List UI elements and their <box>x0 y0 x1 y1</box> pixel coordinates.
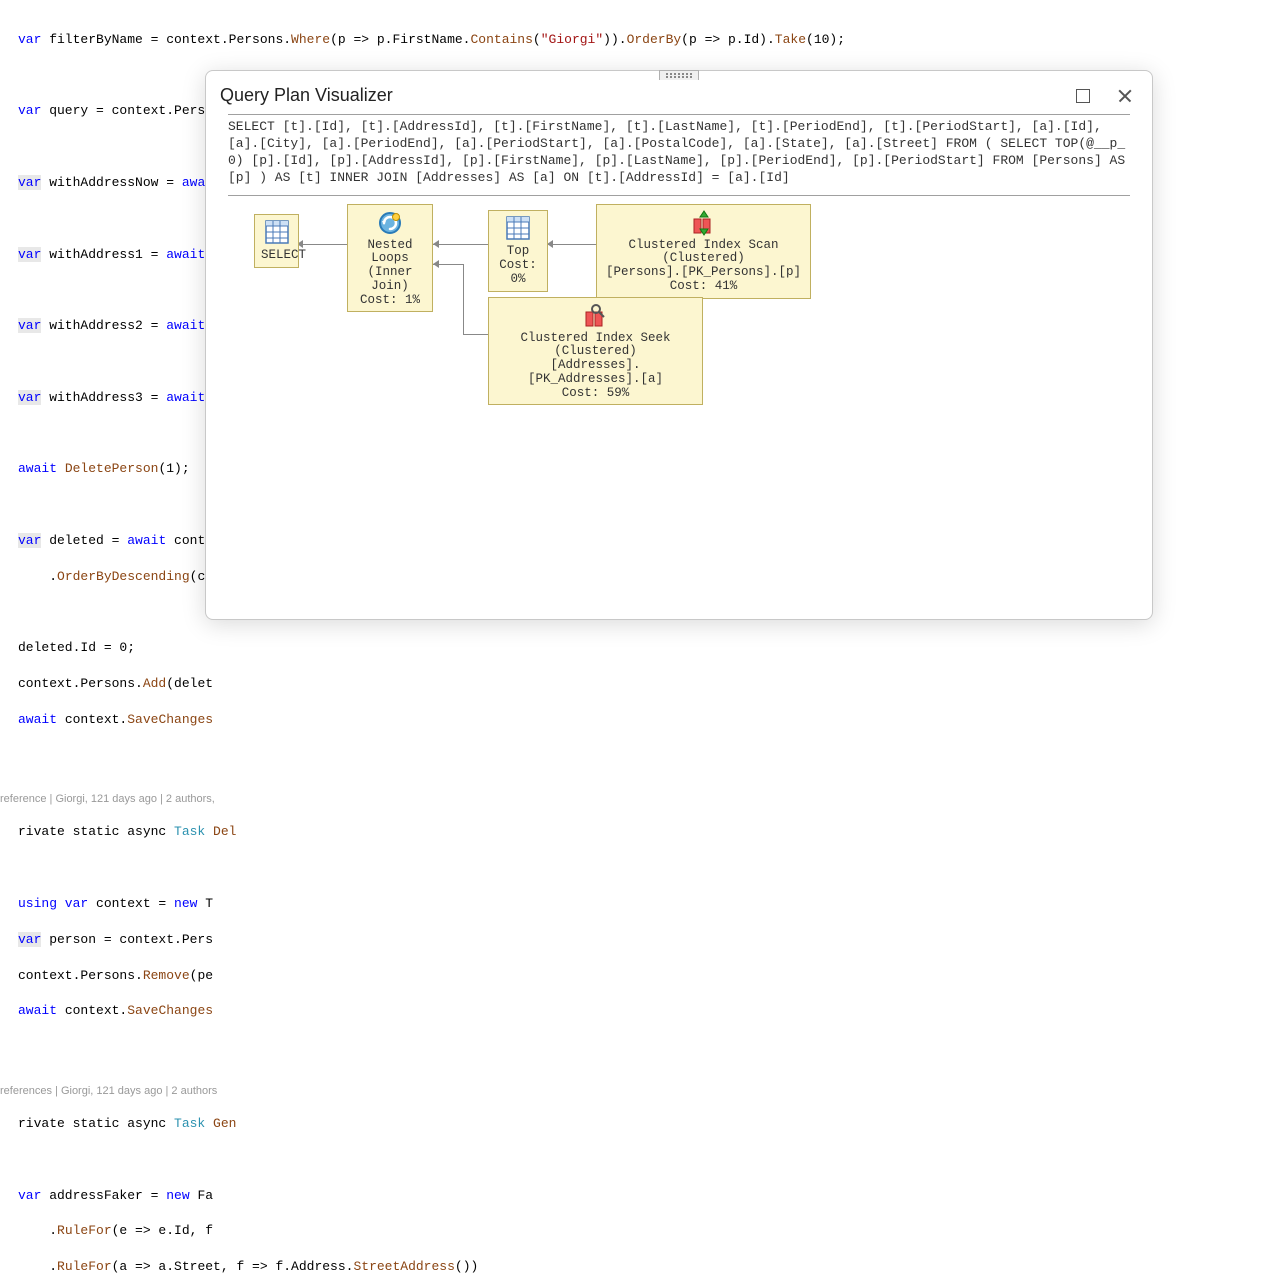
node-cost: Cost: 0% <box>495 259 541 287</box>
node-label: [Persons].[PK_Persons].[p] <box>603 266 804 280</box>
maximize-button[interactable] <box>1076 89 1090 103</box>
code-line: context.Persons.Add(delet <box>0 675 1280 694</box>
popup-title: Query Plan Visualizer <box>220 85 393 106</box>
nested-loops-icon <box>376 209 404 237</box>
popup-drag-handle[interactable] <box>659 70 699 80</box>
code-line: using var context = new T <box>0 895 1280 914</box>
index-scan-icon <box>690 209 718 237</box>
codelens[interactable]: reference | Giorgi, 121 days ago | 2 aut… <box>0 790 1280 806</box>
code-line: var person = context.Pers <box>0 931 1280 950</box>
close-button[interactable] <box>1118 89 1132 103</box>
code-line: rivate static async Task Del <box>0 823 1280 842</box>
node-cost: Cost: 1% <box>354 294 426 308</box>
node-cost: Cost: 41% <box>603 280 804 294</box>
code-line: context.Persons.Remove(pe <box>0 967 1280 986</box>
table-icon <box>264 219 290 245</box>
plan-node-select[interactable]: SELECT <box>254 214 299 269</box>
code-line: await context.SaveChanges <box>0 711 1280 730</box>
node-label: Top <box>495 245 541 259</box>
sql-text: SELECT [t].[Id], [t].[AddressId], [t].[F… <box>228 114 1130 196</box>
code-line: var filterByName = context.Persons.Where… <box>0 31 1280 50</box>
plan-node-nested-loops[interactable]: Nested Loops (Inner Join) Cost: 1% <box>347 204 433 313</box>
index-seek-icon <box>582 302 610 330</box>
query-plan-visualizer-popup: Query Plan Visualizer SELECT [t].[Id], [… <box>205 70 1153 620</box>
node-label: SELECT <box>261 249 292 263</box>
plan-node-top[interactable]: Top Cost: 0% <box>488 210 548 292</box>
node-label: Nested Loops <box>354 239 426 267</box>
table-icon <box>505 215 531 241</box>
code-line: rivate static async Task Gen <box>0 1115 1280 1134</box>
plan-node-index-scan[interactable]: Clustered Index Scan (Clustered) [Person… <box>596 204 811 299</box>
code-line: await context.SaveChanges <box>0 1002 1280 1021</box>
node-label: (Inner Join) <box>354 266 426 294</box>
code-line: var addressFaker = new Fa <box>0 1187 1280 1206</box>
node-label: Clustered Index Seek (Clustered) <box>495 332 696 360</box>
node-label: Clustered Index Scan (Clustered) <box>603 239 804 267</box>
plan-node-index-seek[interactable]: Clustered Index Seek (Clustered) [Addres… <box>488 297 703 406</box>
node-cost: Cost: 59% <box>495 387 696 401</box>
code-line: .RuleFor(a => a.Street, f => f.Address.S… <box>0 1258 1280 1277</box>
code-line: .RuleFor(e => e.Id, f <box>0 1222 1280 1241</box>
node-label: [Addresses].[PK_Addresses].[a] <box>495 359 696 387</box>
code-line: deleted.Id = 0; <box>0 639 1280 658</box>
plan-canvas: SELECT Nested Loops (Inner Join) Cost: 1… <box>228 204 1130 404</box>
codelens[interactable]: references | Giorgi, 121 days ago | 2 au… <box>0 1082 1280 1098</box>
